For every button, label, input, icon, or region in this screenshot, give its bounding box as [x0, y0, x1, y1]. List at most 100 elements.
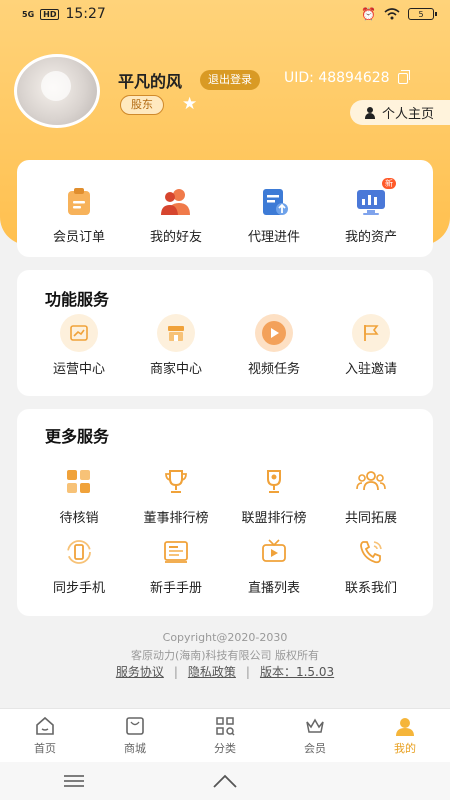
- store-icon: [157, 314, 195, 352]
- copy-icon[interactable]: [397, 69, 410, 84]
- play-icon: [255, 314, 293, 352]
- func-item-label: 商家中心: [149, 362, 202, 377]
- more-item-label: 同步手机: [52, 581, 105, 596]
- flag-icon: [352, 314, 390, 352]
- more-item-label: 共同拓展: [344, 511, 397, 526]
- more-item-alliance-ranking[interactable]: 联盟排行榜: [222, 463, 326, 526]
- order-item-label: 代理进件: [247, 230, 300, 245]
- status-time: 15:27: [65, 6, 106, 22]
- more-item-contact-us[interactable]: 联系我们: [319, 533, 423, 596]
- more-item-live-list[interactable]: 直播列表: [222, 533, 326, 596]
- more-item-pending-verification[interactable]: 待核销: [27, 463, 131, 526]
- grid-icon: [60, 463, 98, 501]
- func-item-label: 入驻邀请: [344, 362, 397, 377]
- signal-indicator: 5G: [22, 9, 35, 19]
- function-services-title: 功能服务: [45, 290, 110, 309]
- battery-level: 5: [418, 9, 424, 19]
- personal-homepage-button[interactable]: 个人主页: [350, 100, 450, 125]
- bottom-tabbar: 首页 商城 分类 会员 我的: [0, 708, 450, 762]
- more-item-label: 待核销: [59, 511, 99, 526]
- manual-icon: [157, 533, 195, 571]
- phone-sync-icon: [60, 533, 98, 571]
- order-item-member-orders[interactable]: 会员订单: [27, 182, 131, 245]
- hd-indicator: HD: [40, 8, 60, 20]
- order-item-label: 我的资产: [344, 230, 397, 245]
- home-icon: [36, 716, 54, 735]
- order-item-my-assets[interactable]: 新 我的资产: [319, 178, 423, 245]
- system-nav-bar: [0, 762, 450, 800]
- new-badge: 新: [382, 178, 396, 189]
- footer-links: 服务协议 | 隐私政策 | 版本：1.5.03: [0, 663, 450, 680]
- tab-label: 首页: [34, 742, 56, 755]
- alarm-icon: ⏰: [361, 7, 376, 21]
- tv-icon: [255, 533, 293, 571]
- star-icon: ★: [182, 94, 198, 114]
- tab-member[interactable]: 会员: [270, 709, 360, 762]
- tab-label: 我的: [394, 742, 416, 755]
- crown-icon: [306, 718, 324, 733]
- more-item-label: 联盟排行榜: [241, 511, 307, 526]
- category-icon: [216, 717, 235, 736]
- person-icon: [364, 106, 376, 119]
- footer-separator: |: [173, 664, 178, 679]
- battery-icon: 5: [408, 8, 437, 20]
- shop-bag-icon: [126, 717, 144, 735]
- copyright-text: Copyright@2020-2030: [162, 631, 288, 644]
- func-item-join-invite[interactable]: 入驻邀请: [319, 314, 423, 377]
- more-item-label: 董事排行榜: [143, 511, 209, 526]
- more-item-sync-phone[interactable]: 同步手机: [27, 533, 131, 596]
- logout-button[interactable]: 退出登录: [200, 70, 260, 90]
- user-nickname: 平凡的风: [118, 72, 183, 91]
- more-item-co-expansion[interactable]: 共同拓展: [319, 463, 423, 526]
- user-icon: [396, 718, 414, 736]
- func-item-operations-center[interactable]: 运营中心: [27, 314, 131, 377]
- func-item-merchant-center[interactable]: 商家中心: [124, 314, 228, 377]
- home-button-icon[interactable]: [212, 773, 238, 789]
- company-text: 客原动力(海南)科技有限公司 版权所有: [130, 649, 320, 662]
- version-text: 版本：1.5.03: [259, 665, 335, 679]
- uid-row: UID: 48894628: [284, 69, 410, 86]
- func-item-label: 视频任务: [247, 362, 300, 377]
- order-clipboard-icon: [60, 182, 98, 220]
- group-icon: [352, 463, 390, 501]
- tab-mine[interactable]: 我的: [360, 709, 450, 762]
- order-item-label: 会员订单: [52, 230, 105, 245]
- chart-icon: [60, 314, 98, 352]
- more-item-label: 新手手册: [149, 581, 202, 596]
- order-item-label: 我的好友: [149, 230, 202, 245]
- role-badge: 股东: [120, 95, 164, 115]
- tab-home[interactable]: 首页: [0, 709, 90, 762]
- avatar[interactable]: [14, 54, 100, 128]
- more-services-title: 更多服务: [45, 427, 110, 446]
- upload-doc-icon: [255, 182, 293, 220]
- more-item-label: 直播列表: [247, 581, 300, 596]
- friends-icon: [157, 182, 195, 220]
- status-bar: 5G HD 15:27 ⏰ 5: [0, 0, 450, 28]
- phone-call-icon: [352, 533, 390, 571]
- tab-mall[interactable]: 商城: [90, 709, 180, 762]
- trophy-icon: [255, 463, 293, 501]
- tab-label: 分类: [214, 742, 236, 755]
- func-item-label: 运营中心: [52, 362, 105, 377]
- privacy-policy-link[interactable]: 隐私政策: [188, 663, 236, 680]
- footer-separator: |: [245, 664, 250, 679]
- tab-label: 会员: [304, 742, 326, 755]
- func-item-video-tasks[interactable]: 视频任务: [222, 314, 326, 377]
- assets-monitor-icon: 新: [352, 178, 396, 220]
- tab-label: 商城: [124, 742, 146, 755]
- order-item-agent-onboarding[interactable]: 代理进件: [222, 182, 326, 245]
- wifi-icon: [384, 8, 400, 20]
- uid-text: UID: 48894628: [284, 70, 390, 86]
- function-services-card: 功能服务 运营中心 商家中心 视频任务 入驻邀请: [17, 270, 433, 396]
- service-agreement-link[interactable]: 服务协议: [116, 663, 164, 680]
- order-item-my-friends[interactable]: 我的好友: [124, 182, 228, 245]
- orders-card: 会员订单 我的好友 代理进件 新 我的资产: [17, 160, 433, 257]
- more-services-card: 更多服务 待核销 董事排行榜 联盟排行榜 共同拓展 同步手机 新手手册 直播列表…: [17, 409, 433, 616]
- more-item-label: 联系我们: [344, 581, 397, 596]
- more-item-beginner-manual[interactable]: 新手手册: [124, 533, 228, 596]
- menu-icon[interactable]: [63, 774, 85, 788]
- more-item-director-ranking[interactable]: 董事排行榜: [124, 463, 228, 526]
- homepage-label: 个人主页: [382, 107, 435, 122]
- tab-category[interactable]: 分类: [180, 709, 270, 762]
- trophy-icon: [157, 463, 195, 501]
